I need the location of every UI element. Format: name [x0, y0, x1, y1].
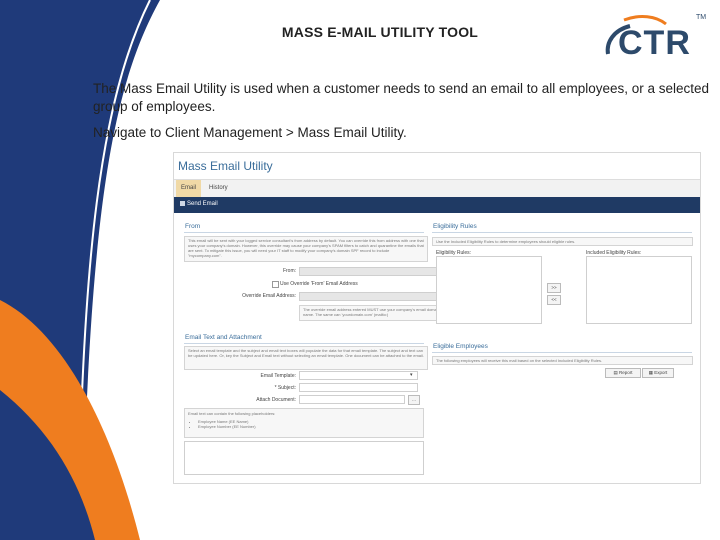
navigation-instruction: Navigate to Client Management > Mass Ema…	[93, 125, 407, 140]
ctr-logo: CTR TM	[600, 12, 710, 68]
send-email-label: Send Email	[187, 201, 218, 207]
from-divider	[184, 232, 424, 233]
subject-input[interactable]	[299, 383, 418, 392]
export-label: Export	[654, 370, 668, 375]
export-button[interactable]: ▦ Export	[642, 368, 674, 378]
app-title: Mass Email Utility	[178, 159, 273, 173]
logo-text: CTR	[618, 24, 691, 62]
eligibility-divider	[432, 232, 692, 233]
email-body-textarea[interactable]	[184, 441, 424, 475]
placeholders-list: Employee Name (EE Name) Employee Number …	[198, 419, 420, 430]
email-template-label: Email Template:	[260, 373, 296, 379]
logo-trademark: TM	[696, 14, 707, 21]
eligibility-rules-list[interactable]	[436, 256, 542, 324]
use-override-checkbox[interactable]	[272, 281, 279, 288]
eligibility-heading: Eligibility Rules	[433, 223, 477, 230]
intro-text: The Mass Email Utility is used when a cu…	[93, 80, 718, 150]
add-rule-button[interactable]: >>	[547, 283, 561, 293]
eligible-employees-heading: Eligible Employees	[433, 343, 488, 350]
placeholders-box: Email text can contain the following pla…	[184, 408, 424, 438]
eligibility-note: Use the Included Eligibility Rules to de…	[432, 237, 693, 246]
from-input[interactable]	[299, 267, 451, 276]
eligible-note: The following employees will receive thi…	[432, 356, 693, 365]
toolbar: Send Email	[174, 197, 700, 213]
attach-document-label: Attach Document:	[256, 397, 296, 403]
attach-document-input[interactable]	[299, 395, 405, 404]
override-email-label: Override Email Address:	[242, 293, 296, 299]
report-button[interactable]: ▤ Report	[605, 368, 641, 378]
text-attachment-divider	[184, 343, 424, 344]
blue-swoosh-bottom	[0, 390, 95, 540]
from-note: This email will be sent with your logged…	[184, 236, 428, 262]
eligible-divider	[432, 352, 692, 353]
placeholders-intro: Email text can contain the following pla…	[188, 411, 276, 416]
chevron-down-icon[interactable]: ▾	[410, 372, 413, 378]
browse-button[interactable]: ...	[408, 395, 420, 405]
tab-bar: Email History	[174, 179, 700, 198]
override-note: The override email address entered MUST …	[299, 305, 452, 321]
email-template-select[interactable]	[299, 371, 418, 380]
slide-title: MASS E-MAIL UTILITY TOOL	[281, 24, 479, 40]
from-label: From:	[282, 268, 296, 274]
tab-history[interactable]: History	[204, 180, 233, 197]
report-label: Report	[619, 370, 633, 375]
from-heading: From	[185, 223, 201, 230]
text-attachment-note: Select an email template and the subject…	[184, 346, 428, 370]
override-email-input[interactable]	[299, 292, 451, 301]
subject-label: * Subject:	[274, 385, 296, 391]
send-email-button[interactable]: Send Email	[180, 201, 218, 207]
remove-rule-button[interactable]: <<	[547, 295, 561, 305]
placeholder-item: Employee Number (EE Number)	[198, 424, 420, 430]
send-icon	[180, 201, 185, 206]
included-rules-list[interactable]	[586, 256, 692, 324]
orange-swoosh	[0, 300, 140, 540]
mass-email-screenshot: Mass Email Utility Email History Send Em…	[173, 152, 701, 484]
use-override-label: Use Override 'From' Email Address	[280, 281, 358, 287]
tab-email[interactable]: Email	[176, 180, 202, 197]
text-attachment-heading: Email Text and Attachment	[185, 334, 262, 341]
intro-paragraph: The Mass Email Utility is used when a cu…	[93, 81, 710, 114]
